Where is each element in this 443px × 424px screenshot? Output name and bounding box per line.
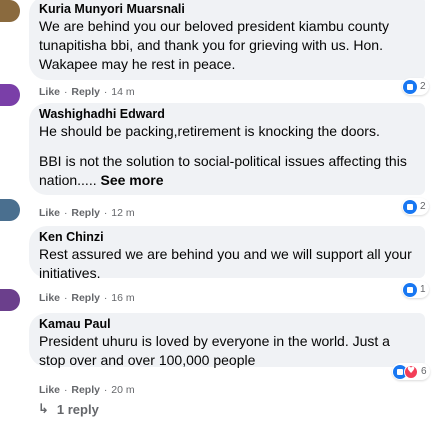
avatar[interactable] [0,289,20,311]
comment-author[interactable]: Washighadhi Edward [39,107,413,122]
like-link[interactable]: Like [39,86,60,98]
comment-author[interactable]: Ken Chinzi [39,230,413,245]
comment-author[interactable]: Kuria Munyori Muarsnali [39,2,413,17]
like-reaction-icon [403,282,417,297]
view-replies-label: 1 reply [56,402,99,417]
reaction-summary[interactable]: 2 [402,198,429,215]
comment-text: President uhuru is loved by everyone in … [39,333,390,368]
love-reaction-icon [404,364,418,379]
comment-text-paragraph: BBI is not the solution to social-politi… [39,153,407,188]
like-link[interactable]: Like [39,292,60,304]
avatar[interactable] [0,84,20,106]
reply-link[interactable]: Reply [71,86,100,98]
reply-link[interactable]: Reply [71,384,100,396]
comment-time[interactable]: 20 m [111,384,134,396]
view-replies-link[interactable]: ↳ 1 reply [38,402,99,417]
separator: · [63,86,68,98]
reply-link[interactable]: Reply [71,207,100,219]
comment-text: We are behind you our beloved president … [39,18,389,72]
comment-bubble: Kuria Munyori Muarsnali We are behind yo… [29,0,425,80]
separator: · [63,384,68,396]
comment-text: He should be packing,retirement is knock… [39,123,380,139]
reaction-count: 6 [421,366,427,377]
reaction-summary[interactable]: 2 [402,78,429,95]
avatar[interactable] [0,0,20,22]
comment-text: Rest assured we are behind you and we wi… [39,246,412,281]
separator: · [103,384,108,396]
comment-bubble: Ken Chinzi Rest assured we are behind yo… [29,226,425,281]
reaction-summary[interactable]: 6 [392,363,430,380]
see-more-link[interactable]: See more [100,172,163,188]
comment-time[interactable]: 14 m [111,86,134,98]
like-reaction-icon [403,79,417,94]
separator: · [103,207,108,219]
reply-arrow-icon: ↳ [38,402,49,417]
reaction-count: 2 [420,81,426,92]
separator: · [103,86,108,98]
comment-time[interactable]: 12 m [111,207,134,219]
like-reaction-icon [403,199,417,214]
reaction-count: 1 [420,284,426,295]
comment-time[interactable]: 16 m [111,292,134,304]
separator: · [63,207,68,219]
comment-text: BBI is not the solution to social-politi… [39,152,413,190]
comment-actions: Like · Reply · 20 m [39,384,135,397]
reaction-summary[interactable]: 1 [402,281,429,298]
comment-bubble: Kamau Paul President uhuru is loved by e… [29,313,425,368]
reply-link[interactable]: Reply [71,292,100,304]
reaction-count: 2 [420,201,426,212]
avatar[interactable] [0,199,20,221]
comment-actions: Like · Reply · 16 m [39,292,135,305]
comment-actions: Like · Reply · 12 m [39,207,135,220]
comment-actions: Like · Reply · 14 m [39,86,135,99]
like-link[interactable]: Like [39,207,60,219]
separator: · [63,292,68,304]
separator: · [103,292,108,304]
comment-bubble: Washighadhi Edward He should be packing,… [29,103,425,195]
comment-author[interactable]: Kamau Paul [39,317,413,332]
like-link[interactable]: Like [39,384,60,396]
